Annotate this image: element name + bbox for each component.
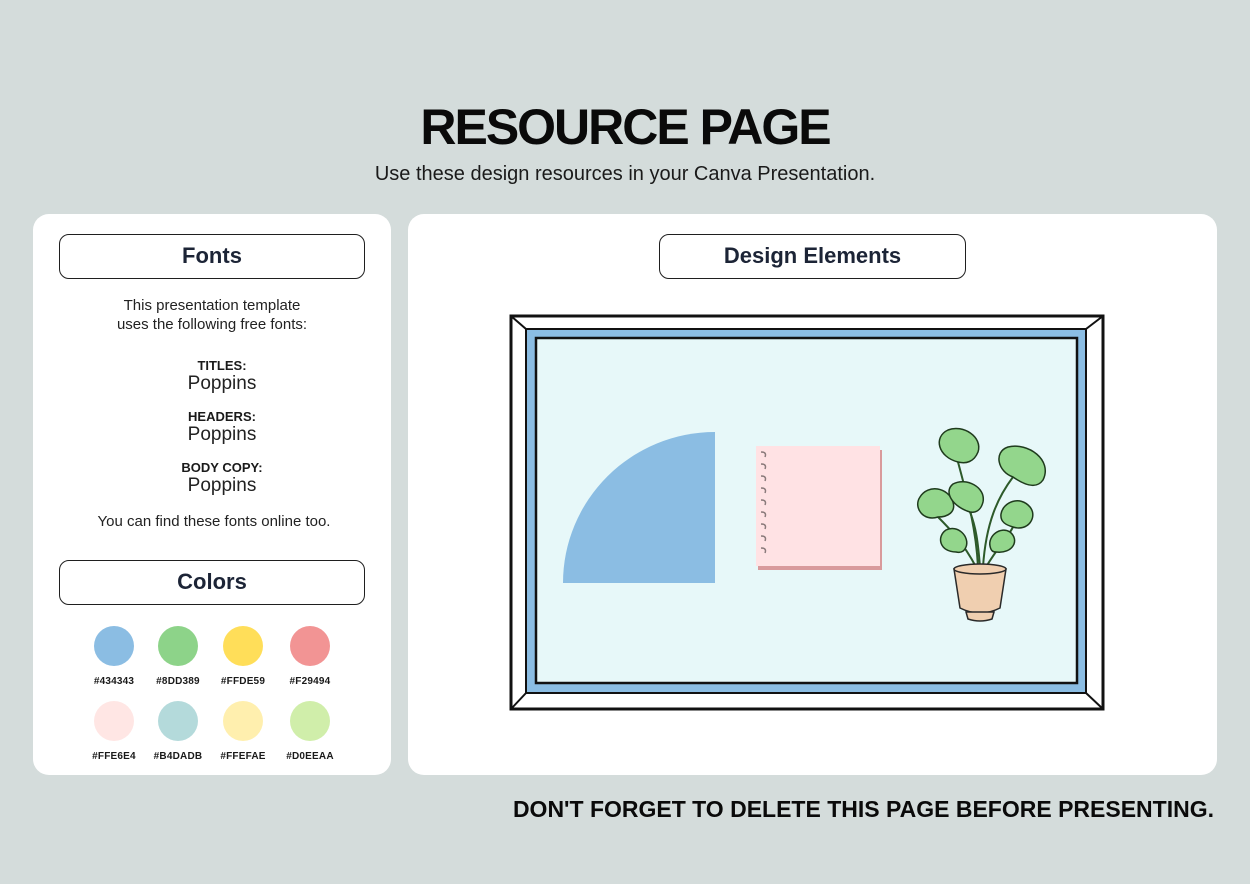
fonts-intro-line1: This presentation template [123, 297, 301, 314]
color-hex: #B4DADB [153, 751, 203, 762]
font-entry-titles: TITLES: Poppins [63, 358, 381, 395]
color-swatch: #FFEFAE [213, 701, 273, 762]
font-name: Poppins [187, 373, 257, 394]
color-dot [158, 701, 198, 741]
color-swatch: #F29494 [280, 626, 340, 687]
page-title: RESOURCE PAGE [420, 99, 831, 155]
color-swatch: #434343 [84, 626, 144, 687]
color-hex: #D0EEAA [286, 751, 334, 762]
color-hex: #FFDE59 [220, 676, 266, 687]
color-swatch: #D0EEAA [280, 701, 340, 762]
colors-header: Colors [59, 560, 365, 605]
design-elements-header: Design Elements [659, 234, 966, 279]
fonts-note: You can find these fonts online too. [97, 513, 331, 530]
color-hex: #8DD389 [156, 676, 200, 687]
font-entry-body-copy: BODY COPY: Poppins [63, 460, 381, 497]
font-label: HEADERS: [188, 409, 256, 424]
font-entry-headers: HEADERS: Poppins [63, 409, 381, 446]
font-name: Poppins [187, 475, 257, 496]
color-dot [290, 701, 330, 741]
fonts-intro-line2: uses the following free fonts: [116, 316, 308, 333]
fonts-colors-panel: Fonts This presentation template uses th… [33, 214, 391, 775]
color-dot [290, 626, 330, 666]
color-hex: #FFE6E4 [92, 751, 136, 762]
design-elements-illustration [509, 314, 1105, 711]
design-elements-panel: Design Elements [408, 214, 1217, 775]
color-swatch: #B4DADB [148, 701, 208, 762]
color-swatch: #8DD389 [148, 626, 208, 687]
color-hex: #434343 [93, 676, 135, 687]
font-label: BODY COPY: [181, 460, 263, 475]
color-dot [223, 626, 263, 666]
color-dot [94, 701, 134, 741]
page-subtitle: Use these design resources in your Canva… [374, 163, 876, 185]
font-name: Poppins [187, 424, 257, 445]
fonts-intro: This presentation template uses the foll… [33, 296, 391, 334]
color-dot [158, 626, 198, 666]
color-swatch: #FFDE59 [213, 626, 273, 687]
font-label: TITLES: [197, 358, 247, 373]
color-dot [223, 701, 263, 741]
notepad [756, 446, 882, 570]
color-dot [94, 626, 134, 666]
color-swatch: #FFE6E4 [84, 701, 144, 762]
color-hex: #F29494 [289, 676, 331, 687]
fonts-header: Fonts [59, 234, 365, 279]
color-hex: #FFEFAE [220, 751, 266, 762]
footer-reminder: DON'T FORGET TO DELETE THIS PAGE BEFORE … [512, 796, 1214, 822]
